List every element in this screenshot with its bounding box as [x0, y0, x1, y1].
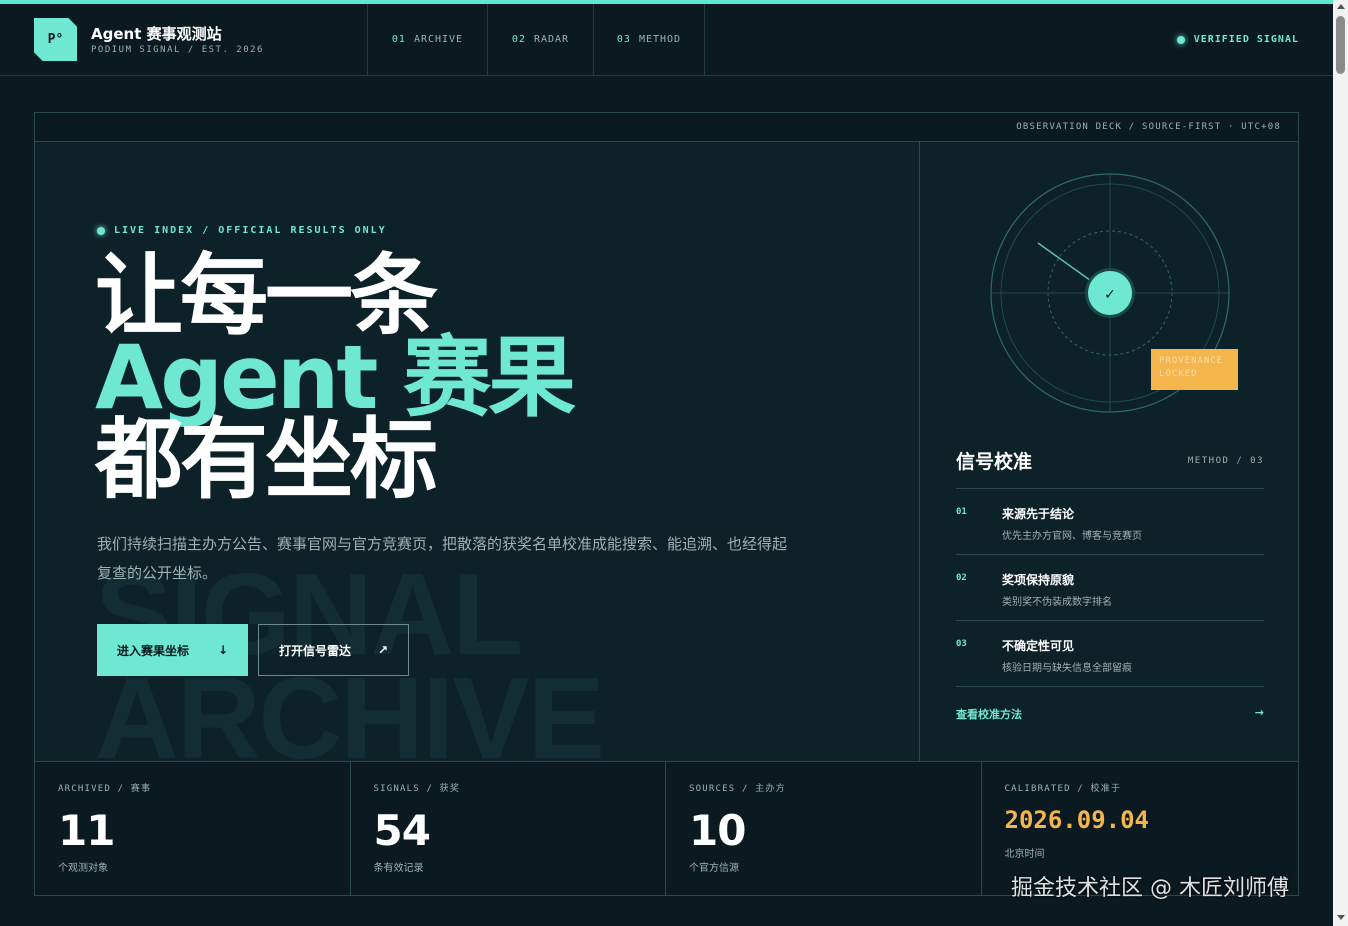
button-label: 打开信号雷达	[279, 643, 352, 658]
nav-item-label: METHOD	[638, 34, 682, 45]
stat-label: SIGNALS / 获奖	[373, 784, 461, 794]
stat-signals: SIGNALS / 获奖 54 条有效记录	[351, 762, 666, 896]
signal-calibration-title: 信号校准	[956, 451, 1033, 473]
nav-item-number: 02	[511, 34, 526, 45]
nav-item-method[interactable]: 03 METHOD	[593, 4, 705, 75]
enter-results-button[interactable]: 进入赛果坐标 ↓	[97, 624, 248, 676]
brand-title[interactable]: Agent 赛事观测站	[91, 23, 222, 44]
headline-line-1: 让每一条	[95, 244, 438, 347]
stat-value: 10	[689, 806, 746, 855]
scroll-down-icon[interactable]	[1337, 915, 1345, 920]
background-text-line: ARCHIVE	[95, 653, 605, 761]
headline-line-3: 都有坐标	[95, 408, 438, 511]
badge-line: LOCKED	[1159, 369, 1198, 379]
item-number: 03	[956, 639, 967, 649]
status-dot-icon	[1176, 35, 1185, 44]
nav-item-archive[interactable]: 01 ARCHIVE	[367, 4, 487, 75]
stat-caption: 个观测对象	[58, 863, 108, 874]
stat-date-value: 2026.09.04	[1004, 806, 1150, 834]
stat-label: ARCHIVED / 赛事	[58, 784, 152, 794]
item-number: 01	[956, 507, 967, 517]
scroll-thumb[interactable]	[1336, 16, 1345, 74]
stat-label: CALIBRATED / 校准于	[1004, 784, 1122, 794]
open-radar-button[interactable]: 打开信号雷达 ↗	[258, 624, 409, 676]
button-label: 进入赛果坐标	[117, 643, 190, 658]
signal-list: 01 来源先于结论 优先主办方官网、博客与竞赛页 02 奖项保持原貌 类别奖不伪…	[956, 488, 1264, 687]
nav-item-radar[interactable]: 02 RADAR	[487, 4, 593, 75]
scroll-up-icon[interactable]	[1337, 4, 1345, 9]
check-icon: ✓	[1104, 287, 1116, 303]
observation-deck-frame: OBSERVATION DECK / SOURCE-FIRST · UTC+08…	[34, 112, 1299, 896]
stat-value: 11	[58, 806, 115, 855]
provenance-locked-badge: PROVENANCE LOCKED	[1151, 349, 1238, 390]
link-label: 查看校准方法	[956, 708, 1022, 721]
watermark: 掘金技术社区 @ 木匠刘师傅	[1011, 876, 1289, 901]
badge-line: PROVENANCE	[1159, 356, 1224, 366]
nav-item-number: 01	[391, 34, 406, 45]
item-description: 优先主办方官网、博客与竞赛页	[1002, 531, 1142, 542]
item-title: 奖项保持原貌	[1002, 573, 1075, 587]
list-item: 03 不确定性可见 核验日期与缺失信息全部留痕	[956, 621, 1264, 687]
logo-icon[interactable]: P°	[34, 18, 77, 61]
deck-label: OBSERVATION DECK / SOURCE-FIRST · UTC+08	[1016, 122, 1281, 132]
item-title: 不确定性可见	[1002, 639, 1075, 653]
item-number: 02	[956, 573, 967, 583]
hero-section: SIGNAL ARCHIVE LIVE INDEX / OFFICIAL RES…	[35, 142, 920, 761]
live-dot-icon	[97, 226, 105, 235]
frame-top-bar: OBSERVATION DECK / SOURCE-FIRST · UTC+08	[35, 113, 1298, 142]
stat-label: SOURCES / 主办方	[689, 784, 786, 794]
hero-description: 我们持续扫描主办方公告、赛事官网与官方竞赛页，把散落的获奖名单校准成能搜索、能追…	[97, 535, 788, 582]
live-index-tag: LIVE INDEX / OFFICIAL RESULTS ONLY	[97, 225, 387, 236]
stat-sources: SOURCES / 主办方 10 个官方信源	[666, 762, 982, 896]
hero-headline: 让每一条 Agent 赛果 都有坐标	[95, 244, 576, 511]
method-label: METHOD / 03	[1187, 456, 1264, 466]
stat-caption: 个官方信源	[689, 863, 739, 874]
site-header: P° Agent 赛事观测站 PODIUM SIGNAL / EST. 2026…	[0, 4, 1333, 76]
stat-archived: ARCHIVED / 赛事 11 个观测对象	[35, 762, 351, 896]
brand-subtitle: PODIUM SIGNAL / EST. 2026	[91, 45, 264, 55]
live-index-label: LIVE INDEX / OFFICIAL RESULTS ONLY	[114, 225, 387, 236]
arrow-down-icon: ↓	[217, 643, 228, 657]
verified-signal-status: VERIFIED SIGNAL	[1176, 34, 1299, 45]
arrow-up-right-icon: ↗	[377, 643, 388, 657]
nav-item-label: RADAR	[533, 34, 570, 45]
stat-value: 54	[373, 806, 431, 855]
list-item: 02 奖项保持原貌 类别奖不伪装成数字排名	[956, 555, 1264, 621]
status-label: VERIFIED SIGNAL	[1193, 34, 1299, 45]
stat-caption: 条有效记录	[373, 863, 424, 874]
stat-caption: 北京时间	[1004, 849, 1045, 860]
list-item: 01 来源先于结论 优先主办方官网、博客与竞赛页	[956, 489, 1264, 555]
vertical-scrollbar[interactable]	[1333, 0, 1348, 926]
signal-panel: ✓ PROVENANCE LOCKED 信号校准 METHOD / 03 01 …	[921, 142, 1299, 761]
item-title: 来源先于结论	[1002, 507, 1075, 521]
nav-item-label: ARCHIVE	[413, 34, 464, 45]
headline-line-2: Agent 赛果	[95, 326, 576, 429]
nav-item-number: 03	[616, 34, 631, 45]
main-nav: 01 ARCHIVE 02 RADAR 03 METHOD	[367, 4, 705, 75]
item-description: 类别奖不伪装成数字排名	[1002, 597, 1112, 608]
item-description: 核验日期与缺失信息全部留痕	[1002, 663, 1132, 674]
view-method-link[interactable]: 查看校准方法 →	[956, 706, 1264, 722]
arrow-right-icon: →	[1254, 706, 1264, 719]
